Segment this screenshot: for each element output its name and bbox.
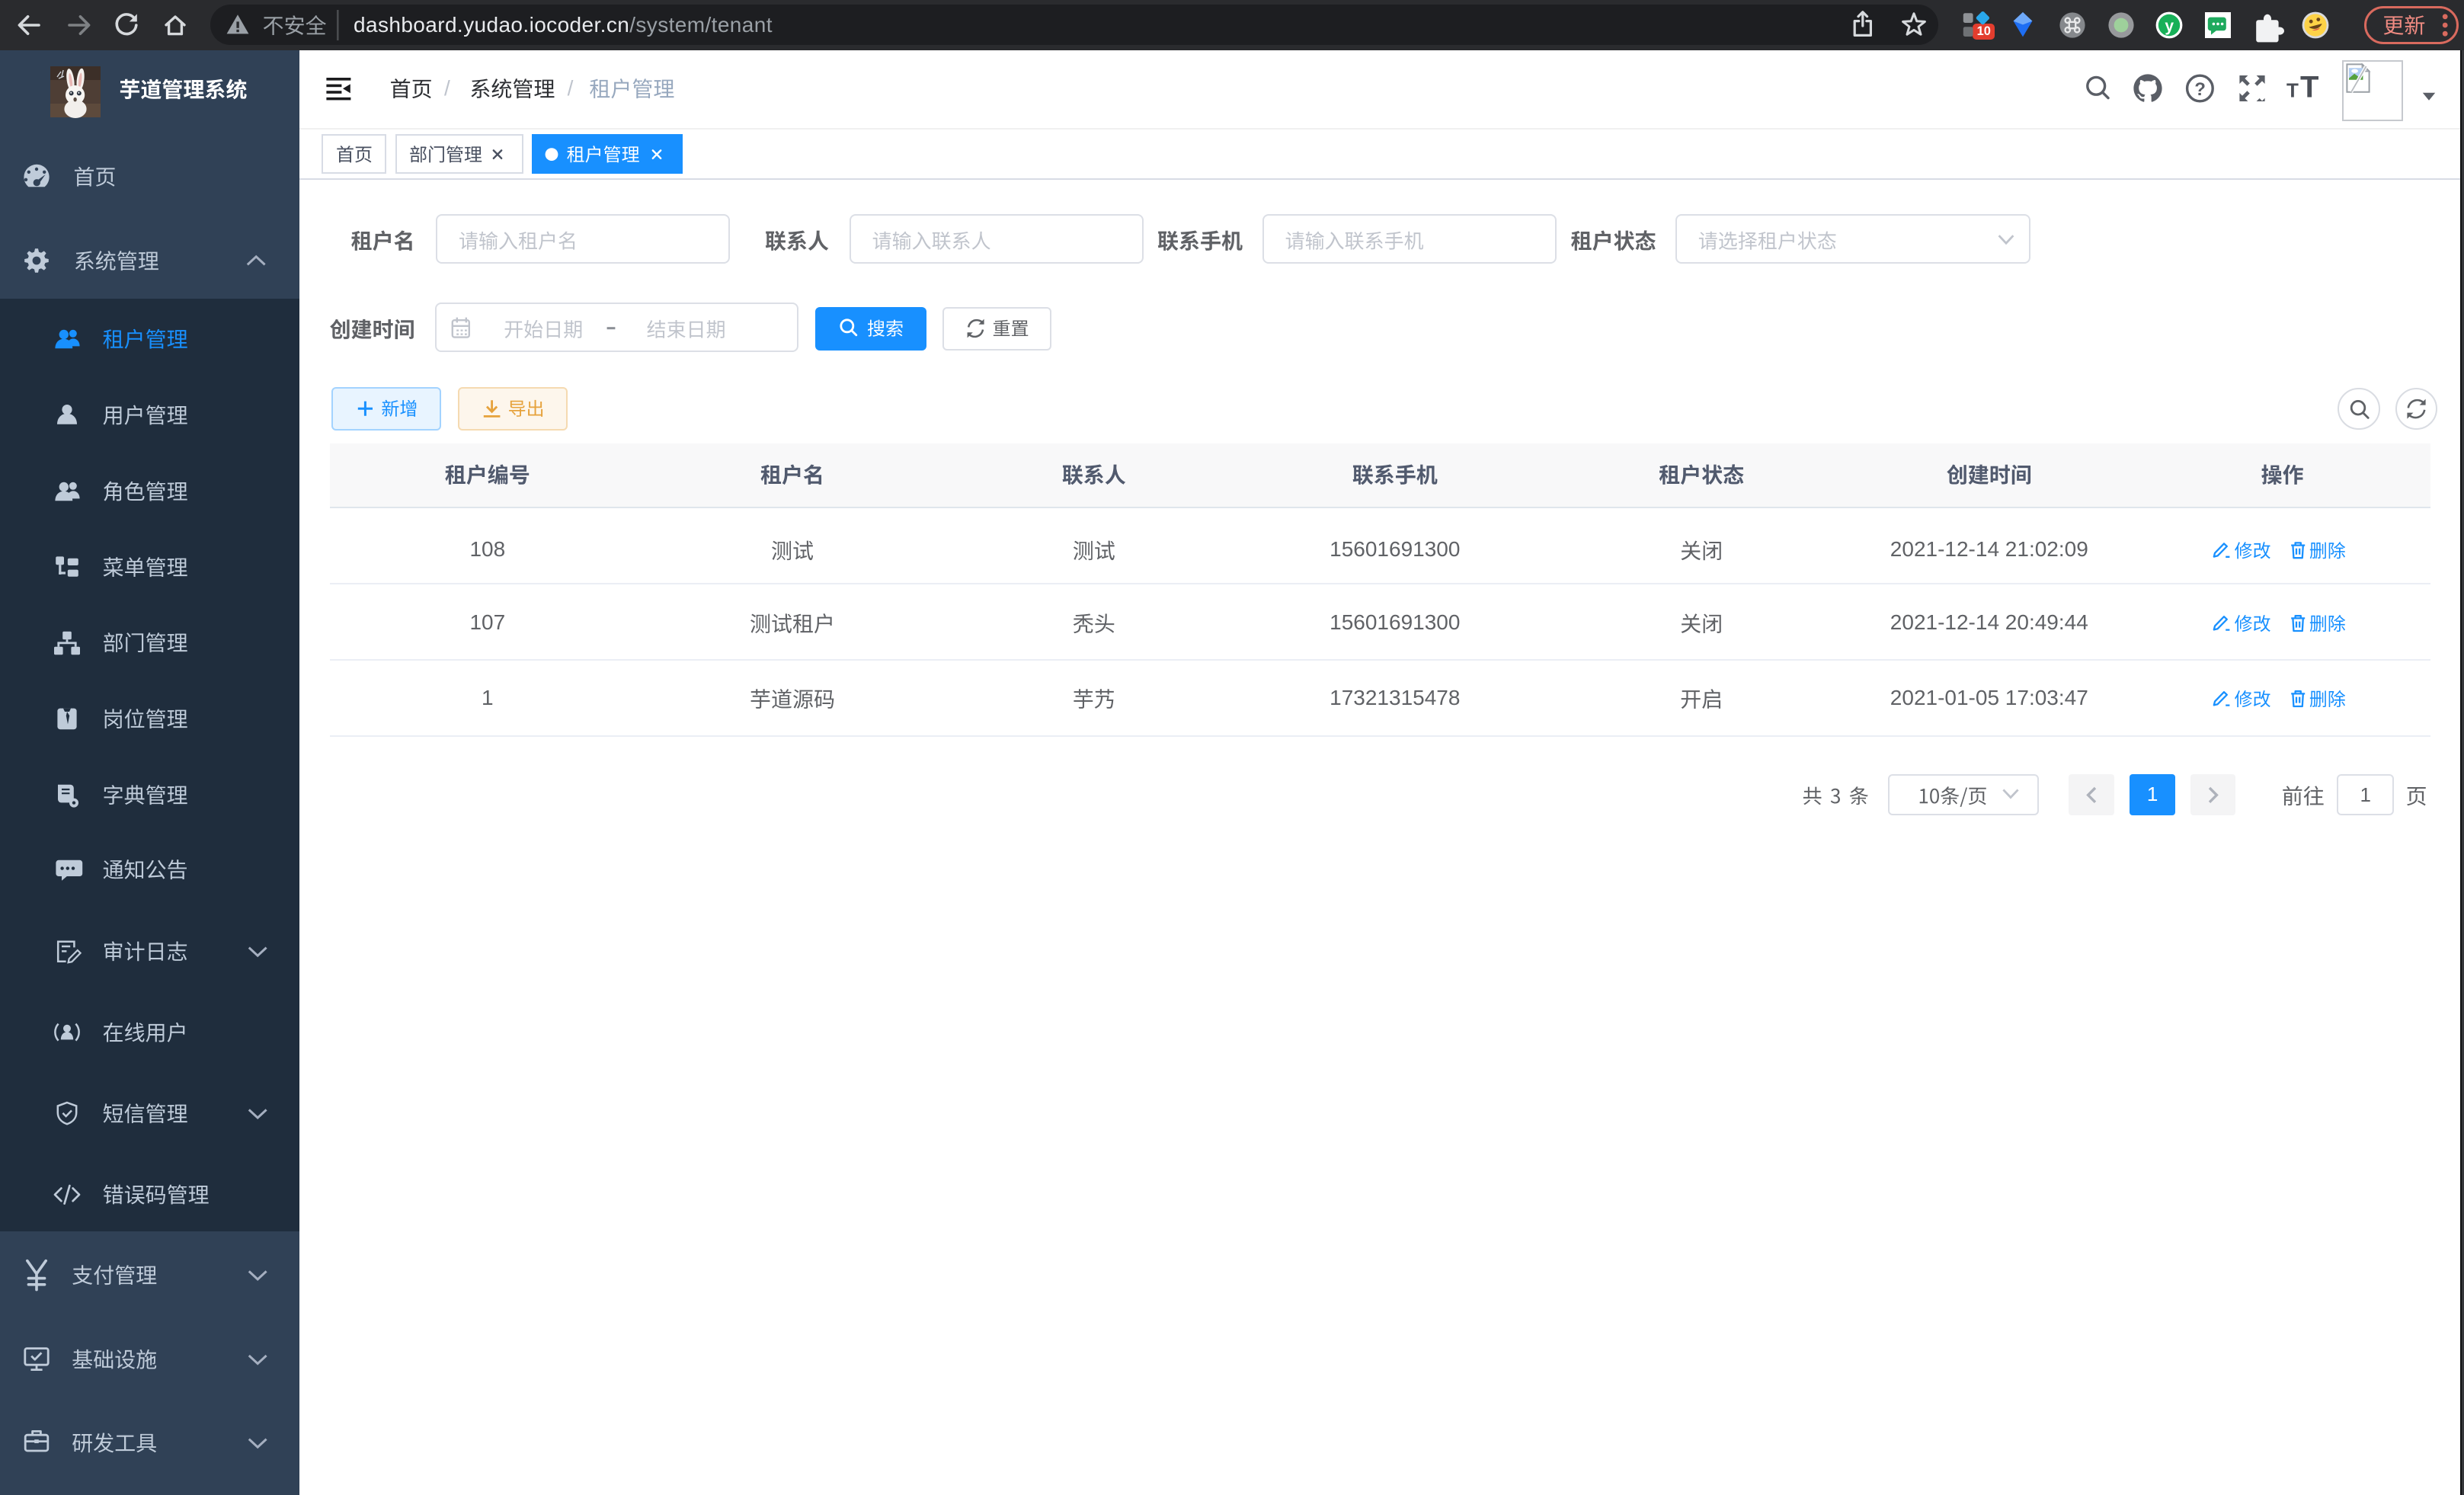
svg-text:?: ? <box>2194 79 2206 100</box>
svg-text:T: T <box>2286 79 2299 102</box>
svg-text:T: T <box>2300 71 2318 104</box>
